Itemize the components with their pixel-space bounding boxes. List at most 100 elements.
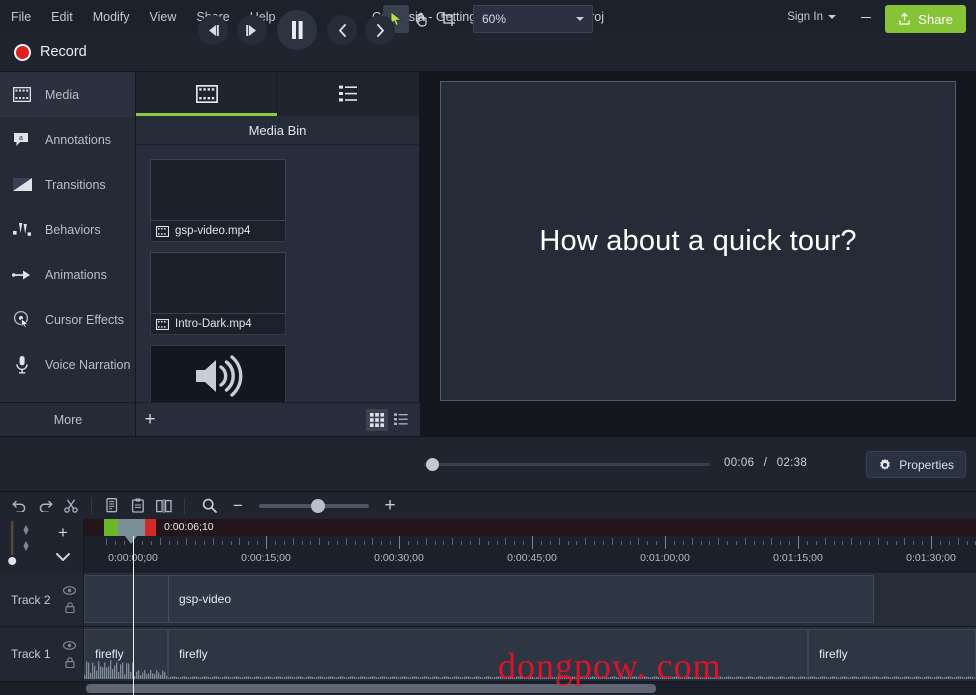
zoom-to-fit-button[interactable] (192, 492, 226, 519)
playhead-time-label: 0:00:06;10 (164, 519, 214, 536)
lock-icon[interactable] (65, 657, 75, 668)
total-time: 02:38 (777, 457, 807, 469)
timeline-ruler-ticks (84, 536, 976, 551)
sidebar-item-cursor-effects[interactable]: Cursor Effects (0, 297, 135, 342)
track-body[interactable]: firefly firefly firefly (84, 627, 976, 682)
chevron-right-icon (375, 24, 386, 37)
step-back-icon (205, 24, 221, 37)
media-panel-tabs (136, 72, 419, 116)
timeline-marker-column[interactable] (6, 521, 42, 569)
add-track-button[interactable]: + (44, 521, 82, 545)
menu-item-view[interactable]: View (141, 6, 186, 28)
properties-label: Properties (899, 458, 954, 472)
sidebar-item-media[interactable]: Media (0, 72, 135, 117)
sidebar-item-animations[interactable]: Animations (0, 252, 135, 297)
track-body[interactable]: gsp-video (84, 573, 976, 627)
track-header[interactable]: Track 1 (0, 627, 84, 682)
toolbar-divider (91, 498, 92, 514)
timeline-zoom-in-button[interactable]: + (378, 492, 402, 519)
playhead-in-marker[interactable] (104, 519, 118, 536)
sidebar-more-button[interactable]: More (0, 402, 136, 436)
media-item-label-row: gsp-video.mp4 (150, 221, 286, 242)
track-controls (63, 573, 76, 626)
timeline-zoom-handle[interactable] (311, 499, 325, 513)
media-panel: Media Bin gsp-video.mp4 Intro-Dark.mp4 + (136, 72, 420, 436)
lock-icon[interactable] (65, 602, 75, 613)
sidebar-item-label: Transitions (45, 178, 106, 192)
next-frame-button[interactable] (237, 15, 267, 45)
properties-button[interactable]: Properties (866, 451, 966, 478)
crop-icon (440, 11, 456, 27)
eye-icon[interactable] (63, 641, 76, 650)
paste-button[interactable] (125, 492, 151, 519)
minimize-button[interactable] (844, 0, 888, 33)
tab-library[interactable] (277, 72, 419, 116)
sidebar-item-label: Voice Narration (45, 358, 130, 372)
video-file-icon (156, 319, 169, 330)
share-button[interactable]: Share (885, 5, 966, 33)
hand-tool-button[interactable] (409, 5, 435, 33)
zoom-level-select[interactable]: 60% (473, 5, 593, 33)
split-button[interactable] (151, 492, 177, 519)
list-view-button[interactable] (390, 409, 412, 431)
media-item[interactable]: Intro-Dark.mp4 (150, 252, 286, 335)
preview-canvas[interactable]: How about a quick tour? (440, 81, 956, 401)
timeline-clip[interactable]: gsp-video (84, 575, 874, 623)
menu-item-file[interactable]: File (2, 6, 40, 28)
ruler-tick-label: 0:00:45;00 (507, 552, 557, 564)
sidebar-item-voice-narration[interactable]: Voice Narration (0, 342, 135, 387)
collapse-tracks-button[interactable] (44, 545, 82, 569)
record-button[interactable]: Record (0, 44, 87, 61)
speech-bubble-icon: a (12, 130, 32, 150)
track-header[interactable]: Track 2 (0, 573, 84, 627)
toolbar-divider (184, 498, 185, 514)
media-thumbnail (150, 252, 286, 314)
previous-frame-button[interactable] (198, 15, 228, 45)
time-display: 00:06 / 02:38 (724, 457, 807, 469)
media-item-name: gsp-video.mp4 (175, 225, 250, 237)
playback-scrubber-track[interactable] (424, 463, 710, 466)
chevron-left-icon (337, 24, 348, 37)
timeline-zoom-slider[interactable] (259, 504, 369, 508)
next-clip-button[interactable] (365, 15, 395, 45)
copy-button[interactable] (99, 492, 125, 519)
media-item[interactable]: gsp-video.mp4 (150, 159, 286, 242)
menu-item-edit[interactable]: Edit (42, 6, 82, 28)
media-item-name: Intro-Dark.mp4 (175, 318, 252, 330)
ruler-tick-label: 0:01:30;00 (906, 552, 956, 564)
timeline-scrollbar-track[interactable] (84, 682, 976, 695)
previous-clip-button[interactable] (327, 15, 357, 45)
sidebar-item-annotations[interactable]: a Annotations (0, 117, 135, 162)
transition-icon (12, 175, 32, 195)
track-name: Track 1 (0, 647, 51, 661)
pause-button[interactable] (277, 10, 317, 50)
cut-button[interactable] (58, 492, 84, 519)
media-thumbnail (150, 159, 286, 221)
timeline-zoom-out-button[interactable]: − (226, 492, 250, 519)
copy-icon (105, 498, 119, 513)
playhead-body[interactable] (118, 519, 145, 536)
playback-scrubber-handle[interactable] (426, 458, 439, 471)
tab-media-bin[interactable] (136, 72, 277, 116)
media-view-toggles (366, 409, 420, 431)
list-icon (339, 85, 359, 103)
add-media-button[interactable]: + (136, 403, 164, 437)
media-bin-title: Media Bin (136, 116, 419, 145)
eye-icon[interactable] (63, 586, 76, 595)
film-strip-icon (12, 85, 32, 105)
cursor-effects-icon (12, 310, 32, 330)
grid-view-button[interactable] (366, 409, 388, 431)
playhead-out-marker[interactable] (145, 519, 156, 536)
redo-icon (38, 499, 53, 512)
timeline-ruler[interactable]: 0:00:00;000:00:15;000:00:30;000:00:45;00… (84, 519, 976, 573)
speaker-icon (192, 354, 244, 398)
timeline-scrollbar-thumb[interactable] (86, 684, 656, 693)
crop-tool-button[interactable] (435, 5, 461, 33)
sidebar-item-transitions[interactable]: Transitions (0, 162, 135, 207)
redo-button[interactable] (32, 492, 58, 519)
sign-in-button[interactable]: Sign In (779, 11, 844, 23)
undo-button[interactable] (6, 492, 32, 519)
sidebar-item-behaviors[interactable]: Behaviors (0, 207, 135, 252)
menu-item-modify[interactable]: Modify (84, 6, 139, 28)
grid-icon (370, 413, 384, 427)
